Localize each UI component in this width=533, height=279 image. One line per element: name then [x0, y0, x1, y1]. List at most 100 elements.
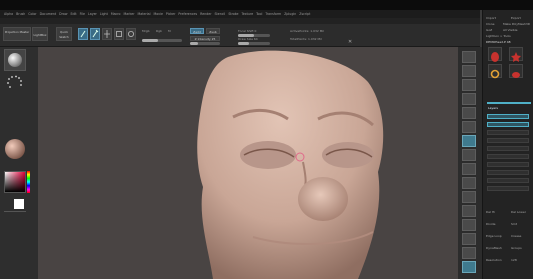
- menu-transform[interactable]: Transform: [265, 10, 281, 18]
- geometry-row-right[interactable]: Groups: [511, 246, 522, 250]
- menu-layer[interactable]: Layer: [88, 10, 97, 18]
- menu-render[interactable]: Render: [200, 10, 211, 18]
- color-picker[interactable]: [4, 171, 26, 193]
- right-shelf-button[interactable]: [462, 93, 476, 105]
- draw-button[interactable]: [90, 28, 100, 40]
- menu-tool[interactable]: Tool: [256, 10, 262, 18]
- right-shelf-button[interactable]: [462, 191, 476, 203]
- right-shelf-button[interactable]: [462, 121, 476, 133]
- clone-button[interactable]: Clone: [486, 22, 495, 26]
- menu-brush[interactable]: Brush: [16, 10, 25, 18]
- menu-edit[interactable]: Edit: [70, 10, 76, 18]
- subtool-eraserbrush[interactable]: [509, 64, 523, 78]
- layer-row[interactable]: [487, 114, 529, 119]
- scale-button[interactable]: [114, 28, 124, 40]
- menu-macro[interactable]: Macro: [111, 10, 121, 18]
- draw-size-fill: [238, 42, 250, 45]
- menu-preferences[interactable]: Preferences: [178, 10, 197, 18]
- edit-button[interactable]: [78, 28, 88, 40]
- main-color-swatch[interactable]: [14, 199, 24, 209]
- export-button[interactable]: Export: [511, 16, 521, 20]
- lightbox-button[interactable]: LightBox: [32, 27, 48, 41]
- menu-draw[interactable]: Draw: [59, 10, 67, 18]
- right-shelf-button[interactable]: [462, 163, 476, 175]
- geometry-row-right[interactable]: Smt: [511, 222, 517, 226]
- menu-texture[interactable]: Texture: [241, 10, 253, 18]
- move-button[interactable]: [102, 28, 112, 40]
- menu-stroke[interactable]: Stroke: [228, 10, 238, 18]
- subtool-demohead[interactable]: [488, 47, 502, 62]
- menu-document[interactable]: Document: [40, 10, 57, 18]
- zadd-button[interactable]: Zadd: [190, 28, 204, 34]
- layer-row[interactable]: [487, 130, 529, 135]
- layer-row[interactable]: [487, 186, 529, 191]
- layer-row[interactable]: [487, 122, 529, 127]
- right-shelf-button[interactable]: [462, 247, 476, 259]
- z-intensity-field[interactable]: Z Intensity 25: [190, 36, 220, 41]
- rgb-label[interactable]: Rgb: [156, 29, 162, 33]
- goz-button[interactable]: GoZ: [486, 28, 492, 32]
- right-shelf-button[interactable]: [462, 65, 476, 77]
- geometry-row-right[interactable]: Crease: [511, 234, 521, 238]
- layer-row[interactable]: [487, 154, 529, 159]
- material-button[interactable]: [3, 137, 27, 161]
- lightbox-tools-label[interactable]: Lightbox > Tools: [486, 34, 511, 38]
- geometry-row-left[interactable]: DynaMesh: [486, 246, 502, 250]
- menu-movie[interactable]: Movie: [153, 10, 162, 18]
- sculpted-head-model[interactable]: [38, 47, 458, 279]
- right-shelf-button[interactable]: [462, 149, 476, 161]
- draw-size-slider[interactable]: [238, 42, 270, 45]
- menu-file[interactable]: File: [80, 10, 85, 18]
- geometry-row-right[interactable]: Del Lower: [511, 210, 526, 214]
- right-shelf-button[interactable]: [462, 79, 476, 91]
- menu-zscript[interactable]: Zscript: [299, 10, 310, 18]
- subtool-polymesh3d[interactable]: [509, 47, 523, 62]
- mrgb-label[interactable]: Mrgb: [142, 29, 150, 33]
- rotate-button[interactable]: [126, 28, 136, 40]
- menu-color[interactable]: Color: [28, 10, 36, 18]
- stroke-button[interactable]: [4, 73, 26, 93]
- layer-row[interactable]: [487, 162, 529, 167]
- right-shelf-button[interactable]: [462, 177, 476, 189]
- menu-stencil[interactable]: Stencil: [215, 10, 226, 18]
- right-shelf-button[interactable]: [462, 205, 476, 217]
- geometry-row-left[interactable]: Resolution: [486, 258, 502, 262]
- m-label[interactable]: M: [168, 29, 171, 33]
- menu-light[interactable]: Light: [100, 10, 108, 18]
- menu-picker[interactable]: Picker: [166, 10, 176, 18]
- quick-sketch-button[interactable]: Quick Sketch: [56, 27, 72, 41]
- layer-row[interactable]: [487, 138, 529, 143]
- brush-button[interactable]: [4, 49, 26, 71]
- right-shelf-button[interactable]: [462, 219, 476, 231]
- right-shelf-button[interactable]: [462, 51, 476, 63]
- layer-row[interactable]: [487, 170, 529, 175]
- layer-row[interactable]: [487, 178, 529, 183]
- layer-row[interactable]: [487, 146, 529, 151]
- menu-material[interactable]: Material: [138, 10, 151, 18]
- hue-slider[interactable]: [27, 171, 30, 193]
- geometry-row-right[interactable]: 128: [511, 258, 517, 262]
- right-shelf-button[interactable]: [462, 107, 476, 119]
- all-visible-button[interactable]: All Visible: [503, 28, 517, 32]
- make-polymesh-button[interactable]: Make PolyMesh3D: [503, 22, 530, 26]
- right-shelf-button[interactable]: [462, 135, 476, 147]
- right-shelf-button[interactable]: [462, 261, 476, 273]
- zsub-button[interactable]: Zsub: [206, 28, 220, 34]
- geometry-row-left[interactable]: Del Hi: [486, 210, 495, 214]
- draw-size-label[interactable]: Draw Size 64: [238, 37, 258, 41]
- menu-bar: Alpha Brush Color Document Draw Edit File Layer…: [0, 10, 480, 18]
- import-button[interactable]: Import: [486, 16, 496, 20]
- geometry-row-left[interactable]: Edge Loop: [486, 234, 502, 238]
- geometry-row-left[interactable]: Divide: [486, 222, 496, 226]
- menu-alpha[interactable]: Alpha: [4, 10, 13, 18]
- close-icon[interactable]: ✕: [348, 39, 352, 45]
- focal-shift-label[interactable]: Focal Shift 0: [238, 29, 256, 33]
- canvas-viewport[interactable]: [38, 47, 458, 279]
- projection-master-button[interactable]: Projection Master: [3, 27, 31, 41]
- rgb-intensity-slider[interactable]: [142, 39, 182, 42]
- z-intensity-slider[interactable]: [190, 42, 220, 45]
- right-shelf-button[interactable]: [462, 233, 476, 245]
- menu-zplugin[interactable]: Zplugin: [284, 10, 296, 18]
- menu-marker[interactable]: Marker: [124, 10, 135, 18]
- subtool-simplebrush[interactable]: [488, 64, 502, 79]
